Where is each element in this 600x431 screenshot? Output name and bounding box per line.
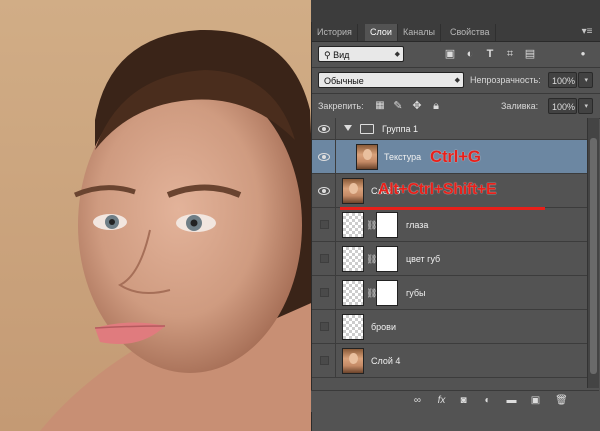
layers-list-region: Группа 1 Текстура Слой 5 ⛓ глаза ⛓ цвет …	[311, 22, 600, 431]
layer-row-lips[interactable]: ⛓ губы	[312, 276, 587, 310]
link-layers-icon[interactable]: ∞	[411, 395, 424, 407]
adjustment-layer-icon[interactable]: ◐	[481, 395, 494, 407]
panel-chrome	[311, 0, 600, 22]
layer-name: губы	[406, 288, 426, 298]
layer-thumbnail	[342, 212, 364, 238]
eye-icon	[318, 153, 330, 161]
annotation-underline	[340, 207, 545, 210]
layer-name: Слой 4	[371, 356, 401, 366]
layer-name: брови	[371, 322, 396, 332]
visibility-toggle[interactable]	[312, 118, 336, 139]
scrollbar-thumb[interactable]	[590, 138, 597, 374]
layer-mask-thumbnail[interactable]	[376, 212, 398, 238]
layer-row-lip-color[interactable]: ⛓ цвет губ	[312, 242, 587, 276]
layer-thumbnail	[356, 144, 378, 170]
layer-mask-thumbnail[interactable]	[376, 246, 398, 272]
layer-thumbnail	[342, 314, 364, 340]
new-group-icon[interactable]: ▬	[505, 395, 518, 407]
visibility-empty-icon	[320, 322, 329, 331]
visibility-empty-icon	[320, 254, 329, 263]
eye-icon	[318, 187, 330, 195]
layer-row-brows[interactable]: брови	[312, 310, 587, 344]
chain-link-icon[interactable]: ⛓	[366, 287, 377, 299]
visibility-empty-icon	[320, 220, 329, 229]
visibility-toggle[interactable]	[312, 310, 336, 343]
annotation-stamp-visible: Alt+Ctrl+Shift+E	[378, 181, 497, 198]
layer-name: Группа 1	[382, 124, 419, 134]
chain-link-icon[interactable]: ⛓	[366, 219, 377, 231]
visibility-toggle[interactable]	[312, 344, 336, 377]
visibility-toggle[interactable]	[312, 242, 336, 275]
layer-row-eyes[interactable]: ⛓ глаза	[312, 208, 587, 242]
new-layer-icon[interactable]: ▣	[529, 395, 542, 407]
visibility-empty-icon	[320, 288, 329, 297]
layers-scrollbar[interactable]	[587, 118, 599, 388]
eye-icon	[318, 125, 330, 133]
visibility-toggle[interactable]	[312, 208, 336, 241]
visibility-toggle[interactable]	[312, 276, 336, 309]
layer-thumbnail	[342, 178, 364, 204]
chain-link-icon[interactable]: ⛓	[366, 253, 377, 265]
layer-name: глаза	[406, 220, 429, 230]
layer-row-group[interactable]: Группа 1	[312, 118, 587, 140]
layer-mask-thumbnail[interactable]	[376, 280, 398, 306]
visibility-empty-icon	[320, 356, 329, 365]
visibility-toggle[interactable]	[312, 140, 336, 173]
annotation-ctrl-g: Ctrl+G	[430, 147, 481, 166]
layer-thumbnail	[342, 280, 364, 306]
layer-row-layer4[interactable]: Слой 4	[312, 344, 587, 378]
layer-thumbnail	[342, 348, 364, 374]
folder-icon	[360, 124, 374, 134]
trash-icon[interactable]: 🗑︎	[555, 395, 568, 407]
fx-icon[interactable]: fx	[435, 395, 448, 407]
add-mask-icon[interactable]: ◙	[457, 395, 470, 407]
layers-bottom-toolbar: ∞ fx ◙ ◐ ▬ ▣ 🗑︎	[311, 390, 599, 412]
layer-thumbnail	[342, 246, 364, 272]
layer-name: цвет губ	[406, 254, 441, 264]
expand-triangle-icon[interactable]	[344, 125, 352, 131]
layer-name: Текстура	[384, 152, 422, 162]
visibility-toggle[interactable]	[312, 174, 336, 207]
